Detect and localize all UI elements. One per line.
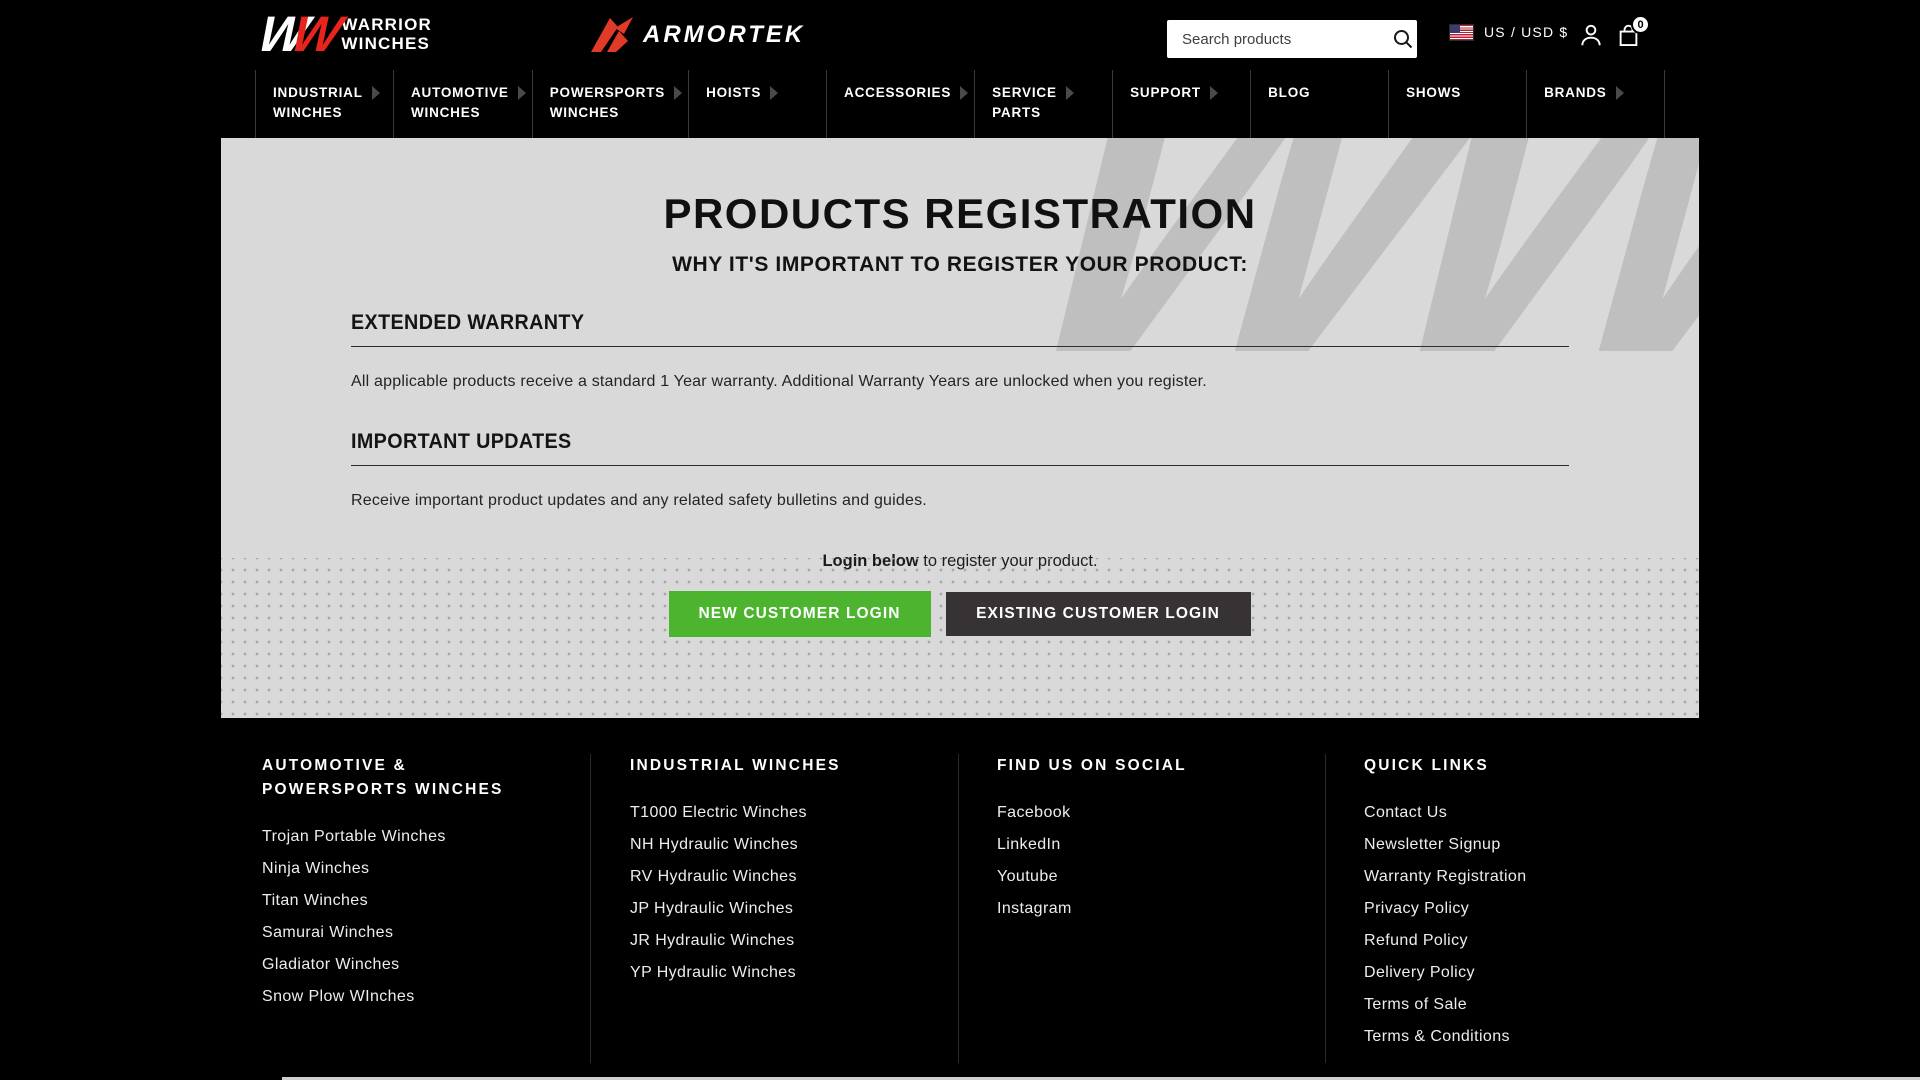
footer-link[interactable]: Terms & Conditions <box>1364 1027 1699 1046</box>
footer-column-industrial-winches: INDUSTRIAL WINCHES T1000 Electric Winche… <box>590 754 958 1063</box>
footer-link[interactable]: Warranty Registration <box>1364 867 1699 886</box>
footer-link[interactable]: JR Hydraulic Winches <box>630 931 958 950</box>
main-content: WW PRODUCTS REGISTRATION WHY IT'S IMPORT… <box>221 138 1699 718</box>
footer-link[interactable]: Gladiator Winches <box>262 955 590 974</box>
footer-link[interactable]: JP Hydraulic Winches <box>630 899 958 918</box>
us-flag-icon <box>1450 24 1473 40</box>
footer-link[interactable]: YP Hydraulic Winches <box>630 963 958 982</box>
footer-link[interactable]: Youtube <box>997 867 1325 886</box>
nav-item-blog[interactable]: BLOG <box>1250 70 1388 138</box>
chevron-right-icon <box>517 86 526 100</box>
chevron-right-icon <box>1615 86 1624 100</box>
new-customer-login-button[interactable]: NEW CUSTOMER LOGIN <box>668 591 931 637</box>
warrior-winches-wordmark: WARRIOR WINCHES <box>341 14 432 53</box>
footer-link[interactable]: Titan Winches <box>262 891 590 910</box>
main-navigation: INDUSTRIAL WINCHES AUTOMOTIVE WINCHES PO… <box>0 70 1920 138</box>
page-subtitle: WHY IT'S IMPORTANT TO REGISTER YOUR PROD… <box>672 253 1248 276</box>
chevron-right-icon <box>960 86 969 100</box>
footer-link[interactable]: LinkedIn <box>997 835 1325 854</box>
footer-column-heading: INDUSTRIAL WINCHES <box>630 757 841 774</box>
armortek-mark-icon <box>588 16 634 54</box>
footer-link[interactable]: Refund Policy <box>1364 931 1699 950</box>
cart-button[interactable]: 0 <box>1615 15 1650 49</box>
nav-item-industrial-winches[interactable]: INDUSTRIAL WINCHES <box>255 70 393 138</box>
nav-item-accessories[interactable]: ACCESSORIES <box>826 70 974 138</box>
chevron-right-icon <box>1209 86 1218 100</box>
locale-currency-selector[interactable]: US / USD $ <box>1450 24 1568 40</box>
section-divider <box>351 346 1569 347</box>
locale-label: US / USD $ <box>1484 24 1569 40</box>
footer-link[interactable]: Trojan Portable Winches <box>262 827 590 846</box>
footer-column-automotive-powersports: AUTOMOTIVE & POWERSPORTS WINCHES Trojan … <box>221 754 590 1063</box>
section-body: Receive important product updates and an… <box>351 492 927 509</box>
footer-column-heading: AUTOMOTIVE & POWERSPORTS WINCHES <box>262 757 504 799</box>
footer-link[interactable]: Snow Plow WInches <box>262 987 590 1006</box>
nav-item-shows[interactable]: SHOWS <box>1388 70 1526 138</box>
footer-column-heading: FIND US ON SOCIAL <box>997 757 1187 774</box>
section-extended-warranty: EXTENDED WARRANTY All applicable product… <box>351 311 1569 391</box>
footer-link[interactable]: NH Hydraulic Winches <box>630 835 958 854</box>
footer-link[interactable]: Instagram <box>997 899 1325 918</box>
section-body: All applicable products receive a standa… <box>351 373 1207 390</box>
section-important-updates: IMPORTANT UPDATES Receive important prod… <box>351 430 1569 510</box>
chevron-right-icon <box>1065 86 1074 100</box>
cart-count-badge: 0 <box>1631 15 1650 34</box>
nav-item-powersports-winches[interactable]: POWERSPORTS WINCHES <box>531 70 688 138</box>
footer-link[interactable]: T1000 Electric Winches <box>630 803 958 822</box>
nav-item-automotive-winches[interactable]: AUTOMOTIVE WINCHES <box>392 70 532 138</box>
search-input[interactable] <box>1167 30 1389 48</box>
footer-column-social: FIND US ON SOCIAL Facebook LinkedIn Yout… <box>958 754 1325 1063</box>
nav-item-hoists[interactable]: HOISTS <box>688 70 826 138</box>
page-title: PRODUCTS REGISTRATION <box>663 190 1257 237</box>
nav-item-support[interactable]: SUPPORT <box>1112 70 1250 138</box>
armortek-logo[interactable]: ARMORTEK <box>588 16 805 54</box>
warrior-winches-logo[interactable]: WW WARRIOR WINCHES <box>253 6 432 62</box>
footer-link[interactable]: Privacy Policy <box>1364 899 1699 918</box>
nav-item-service-parts[interactable]: SERVICE PARTS <box>974 70 1112 138</box>
section-heading: EXTENDED WARRANTY <box>351 311 585 334</box>
dotted-pattern-band: NEW CUSTOMER LOGIN EXISTING CUSTOMER LOG… <box>221 558 1699 718</box>
search-icon <box>1392 28 1414 50</box>
top-header: WW WARRIOR WINCHES ARMORTEK US / US <box>0 0 1920 70</box>
account-button[interactable] <box>1578 22 1604 48</box>
section-heading: IMPORTANT UPDATES <box>351 430 572 453</box>
search-box <box>1167 20 1417 58</box>
footer-link[interactable]: Facebook <box>997 803 1325 822</box>
chevron-right-icon <box>371 86 380 100</box>
existing-customer-login-button[interactable]: EXISTING CUSTOMER LOGIN <box>944 591 1252 637</box>
footer-link[interactable]: Delivery Policy <box>1364 963 1699 982</box>
footer-link[interactable]: Ninja Winches <box>262 859 590 878</box>
search-submit-button[interactable] <box>1389 20 1417 58</box>
footer-link[interactable]: RV Hydraulic Winches <box>630 867 958 886</box>
ww-logo-mark-icon: WW <box>253 6 342 62</box>
account-icon <box>1578 22 1604 48</box>
footer-column-quick-links: QUICK LINKS Contact Us Newsletter Signup… <box>1325 754 1699 1063</box>
armortek-wordmark: ARMORTEK <box>643 21 806 48</box>
footer-column-heading: QUICK LINKS <box>1364 757 1489 774</box>
footer: AUTOMOTIVE & POWERSPORTS WINCHES Trojan … <box>221 754 1699 1063</box>
footer-link[interactable]: Samurai Winches <box>262 923 590 942</box>
footer-link[interactable]: Contact Us <box>1364 803 1699 822</box>
nav-item-brands[interactable]: BRANDS <box>1526 70 1666 138</box>
section-divider <box>351 465 1569 466</box>
footer-link[interactable]: Newsletter Signup <box>1364 835 1699 854</box>
chevron-right-icon <box>770 86 779 100</box>
chevron-right-icon <box>674 86 683 100</box>
footer-link[interactable]: Terms of Sale <box>1364 995 1699 1014</box>
